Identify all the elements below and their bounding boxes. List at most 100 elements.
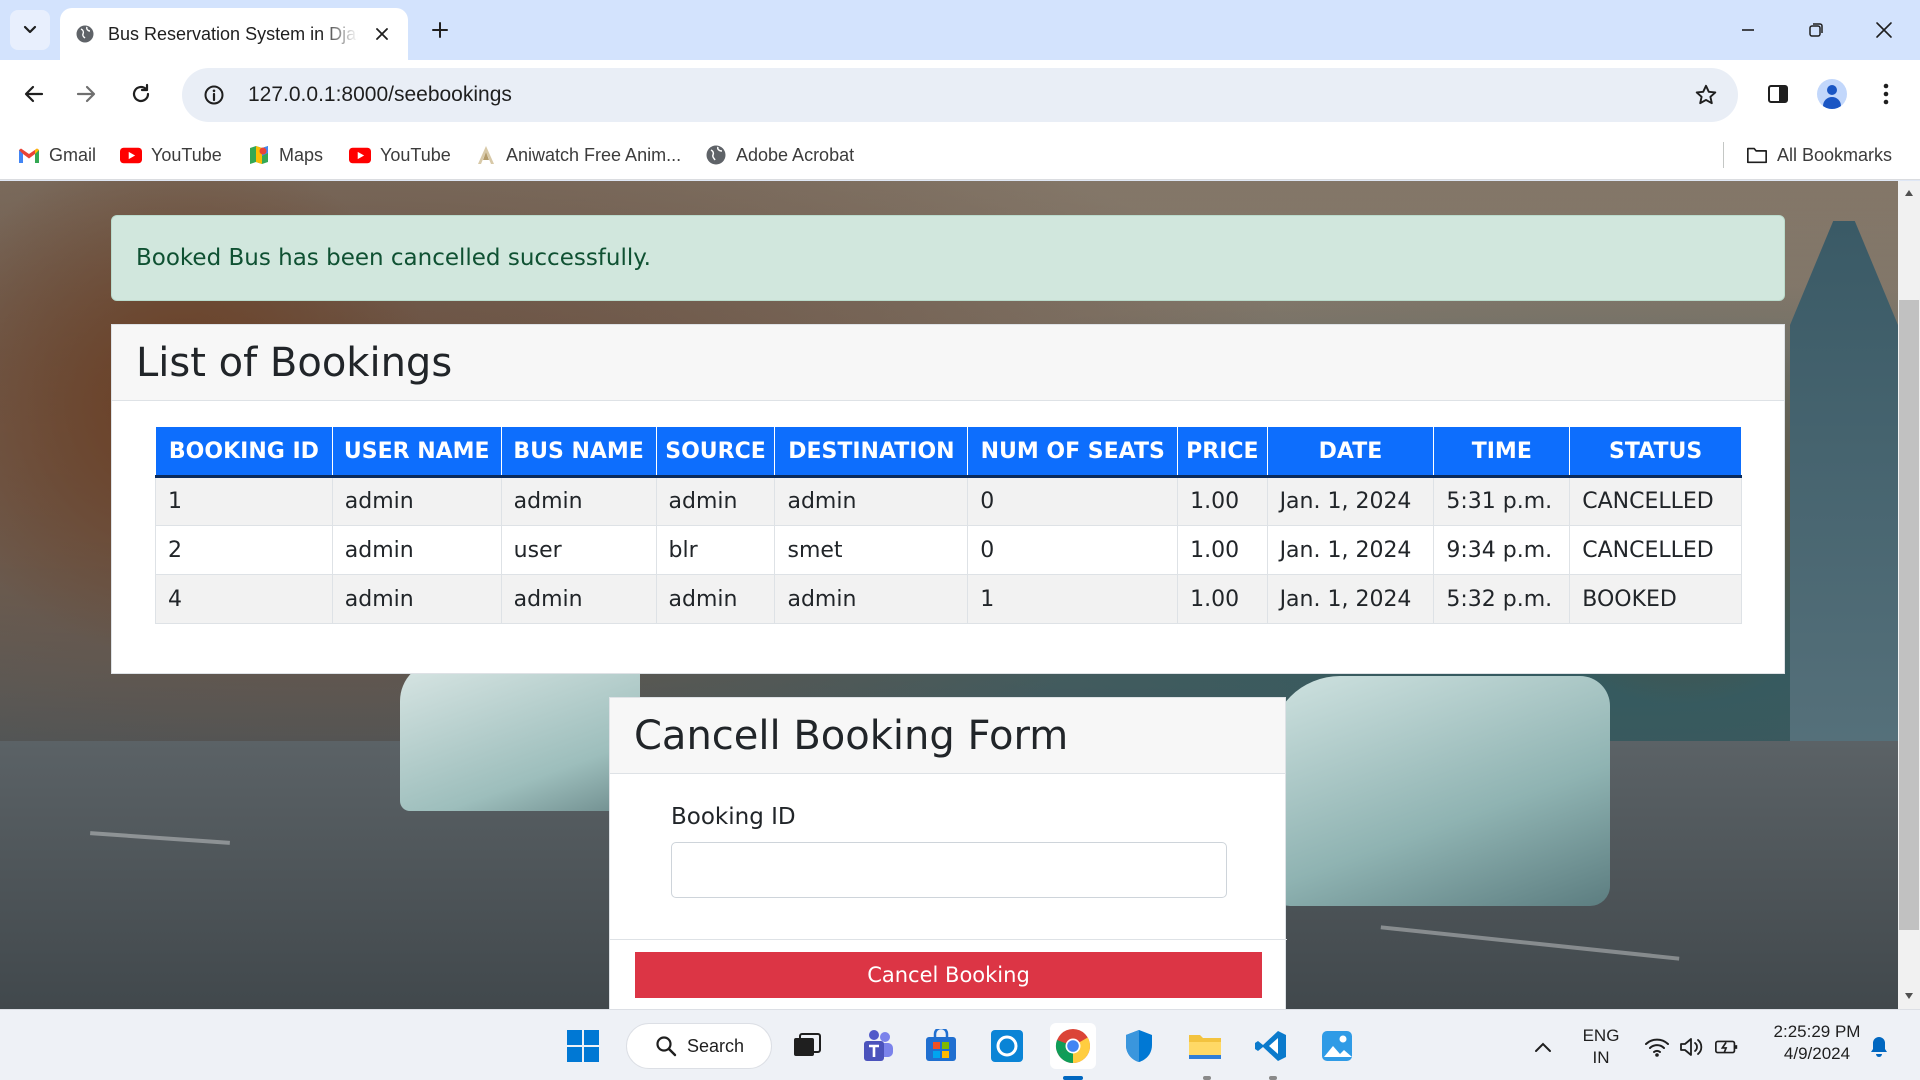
column-header-num-of-seats: NUM OF SEATS <box>967 426 1179 478</box>
address-bar[interactable]: 127.0.0.1:8000/seebookings <box>182 68 1738 122</box>
profile-button[interactable] <box>1812 74 1852 114</box>
booking-id-label: Booking ID <box>671 804 796 830</box>
language-indicator[interactable]: ENG IN <box>1576 1025 1626 1069</box>
user-name-cell: admin <box>331 574 502 624</box>
url-text[interactable]: 127.0.0.1:8000/seebookings <box>248 83 1686 107</box>
booking-id-cell: 2 <box>155 525 333 575</box>
task-view-button[interactable] <box>784 1023 830 1069</box>
price-cell: 1.00 <box>1177 476 1268 526</box>
form-header: Cancell Booking Form <box>610 698 1285 774</box>
minimize-icon <box>1742 29 1754 31</box>
start-button[interactable] <box>560 1023 606 1069</box>
column-header-time: TIME <box>1433 426 1571 478</box>
store-icon <box>926 1029 956 1061</box>
running-indicator <box>1269 1076 1277 1080</box>
tab-close-icon[interactable] <box>370 22 394 46</box>
side-panel-button[interactable] <box>1758 74 1798 114</box>
price-cell: 1.00 <box>1177 574 1268 624</box>
folder-icon <box>1746 144 1768 166</box>
folder-icon <box>1189 1035 1221 1059</box>
status-cell: CANCELLED <box>1569 525 1742 575</box>
user-name-cell: admin <box>331 476 502 526</box>
bookmark-youtube-2[interactable]: YouTube <box>349 140 451 170</box>
column-header-booking-id: BOOKING ID <box>155 426 333 478</box>
vscode-app[interactable] <box>1248 1023 1294 1069</box>
photos-app[interactable] <box>1314 1023 1360 1069</box>
teams-icon <box>864 1030 893 1061</box>
bookmark-label: YouTube <box>380 144 451 165</box>
close-icon <box>1876 22 1892 38</box>
defender-app[interactable] <box>1116 1023 1162 1069</box>
bookmark-adobe-acrobat[interactable]: Adobe Acrobat <box>705 140 854 170</box>
chevron-up-icon <box>1535 1042 1551 1052</box>
restore-button[interactable] <box>1796 10 1836 50</box>
all-bookmarks-button[interactable]: All Bookmarks <box>1746 140 1892 170</box>
forward-button[interactable] <box>66 74 106 114</box>
status-cell: BOOKED <box>1569 574 1742 624</box>
file-explorer-app[interactable] <box>1182 1023 1228 1069</box>
bookmark-label: Aniwatch Free Anim... <box>506 144 682 165</box>
clock[interactable]: 2:25:29 PM 4/9/2024 <box>1762 1021 1872 1065</box>
bookmark-star-icon[interactable] <box>1686 75 1726 115</box>
source-cell: admin <box>655 476 776 526</box>
show-hidden-icons-button[interactable] <box>1530 1034 1556 1060</box>
date-cell: Jan. 1, 2024 <box>1266 525 1435 575</box>
chrome-icon <box>1055 1029 1090 1063</box>
chrome-app[interactable] <box>1050 1023 1096 1069</box>
form-title: Cancell Booking Form <box>634 712 1069 759</box>
minimize-button[interactable] <box>1728 10 1768 50</box>
restore-icon <box>1809 23 1823 37</box>
bookmark-gmail[interactable]: Gmail <box>18 140 96 170</box>
plus-icon <box>432 22 448 38</box>
booking-id-cell: 4 <box>155 574 333 624</box>
bookmark-maps[interactable]: Maps <box>248 140 323 170</box>
tab-search-button[interactable] <box>10 10 50 50</box>
language-region: IN <box>1592 1048 1610 1067</box>
bookmark-youtube-1[interactable]: YouTube <box>120 140 222 170</box>
cancel-booking-button[interactable]: Cancel Booking <box>635 952 1262 998</box>
scroll-up-icon[interactable] <box>1899 183 1919 203</box>
teams-app[interactable] <box>854 1023 900 1069</box>
notification-bell-icon[interactable] <box>1866 1034 1892 1060</box>
num-of-seats-cell: 0 <box>967 476 1179 526</box>
bus-name-cell: admin <box>500 574 657 624</box>
browser-tab[interactable]: Bus Reservation System in Django <box>60 8 408 60</box>
menu-button[interactable] <box>1866 74 1906 114</box>
column-header-date: DATE <box>1266 426 1435 478</box>
column-header-price: PRICE <box>1177 426 1268 478</box>
clock-time: 2:25:29 PM <box>1773 1022 1861 1041</box>
user-name-cell: admin <box>331 525 502 575</box>
reload-button[interactable] <box>121 74 161 114</box>
cancel-booking-form: Cancell Booking Form Booking ID Cancel B… <box>609 697 1287 1009</box>
background-tower <box>1790 221 1898 741</box>
column-header-bus-name: BUS NAME <box>500 426 657 478</box>
search-label: Search <box>687 1035 745 1056</box>
battery-icon[interactable] <box>1714 1034 1740 1060</box>
site-info-icon[interactable] <box>194 75 234 115</box>
bookmark-aniwatch[interactable]: Aniwatch Free Anim... <box>475 140 681 170</box>
destination-cell: smet <box>774 525 969 575</box>
bookings-table: BOOKING ID USER NAME BUS NAME SOURCE DES… <box>155 426 1742 624</box>
cortana-icon <box>991 1030 1023 1062</box>
arrow-left-icon <box>24 85 44 103</box>
youtube-icon <box>120 144 142 166</box>
scroll-down-icon[interactable] <box>1899 986 1919 1006</box>
cortana-app[interactable] <box>984 1023 1030 1069</box>
new-tab-button[interactable] <box>424 14 456 46</box>
running-indicator <box>1203 1076 1211 1080</box>
column-header-source: SOURCE <box>655 426 776 478</box>
booking-id-input[interactable] <box>671 842 1227 898</box>
microsoft-store-app[interactable] <box>918 1023 964 1069</box>
close-window-button[interactable] <box>1864 10 1904 50</box>
background-bus <box>400 661 640 811</box>
side-panel-icon <box>1768 85 1788 103</box>
wifi-icon[interactable] <box>1644 1034 1670 1060</box>
destination-cell: admin <box>774 476 969 526</box>
scrollbar-thumb[interactable] <box>1899 300 1919 930</box>
back-button[interactable] <box>14 74 54 114</box>
column-header-user-name: USER NAME <box>331 426 502 478</box>
taskbar-search[interactable]: Search <box>626 1023 772 1069</box>
volume-icon[interactable] <box>1678 1034 1704 1060</box>
bookmark-label: Maps <box>279 144 324 165</box>
price-cell: 1.00 <box>1177 525 1268 575</box>
